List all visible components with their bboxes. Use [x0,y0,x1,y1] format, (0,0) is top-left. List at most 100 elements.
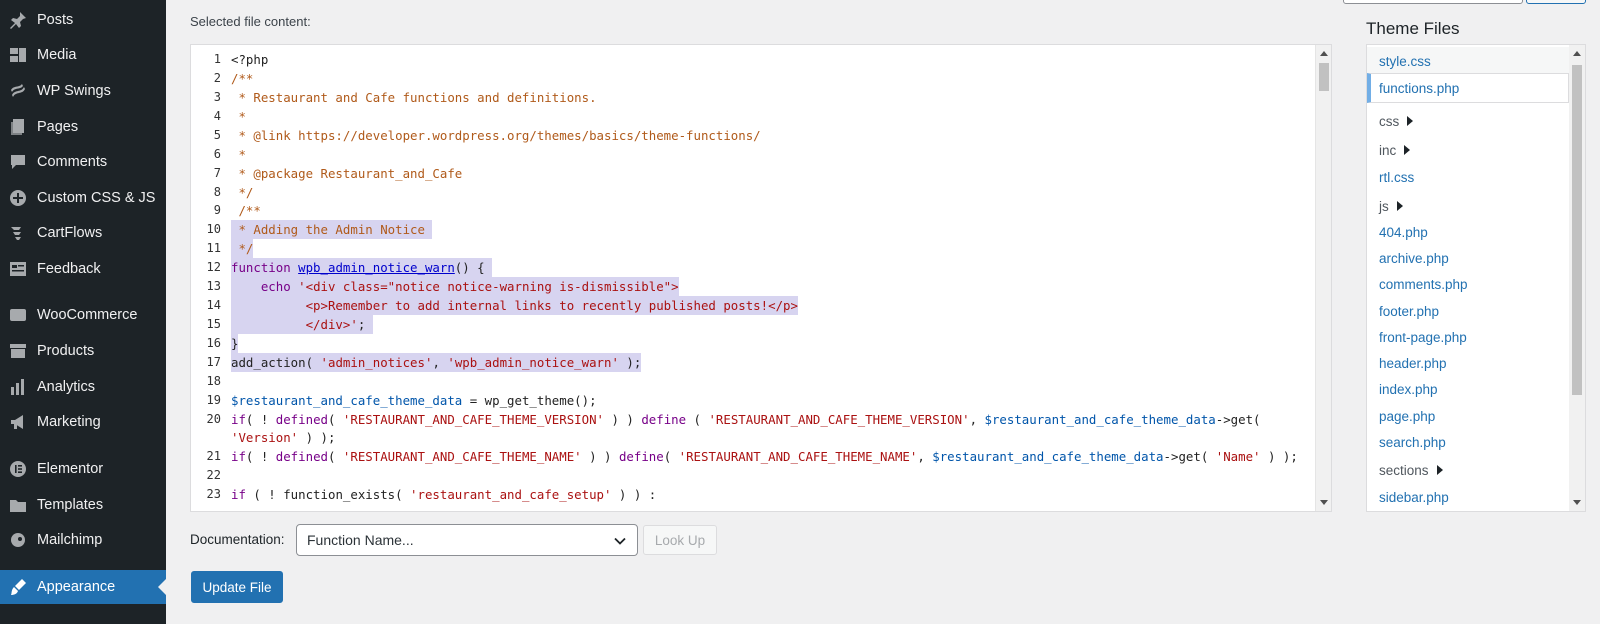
code-text: function wpb_admin_notice_warn() { [231,258,493,277]
code-token: * [231,109,246,124]
code-line[interactable]: 18 [191,372,1321,391]
theme-file-page-php[interactable]: page.php [1367,402,1569,430]
scroll-up-arrow-icon[interactable] [1573,51,1581,56]
sidebar-item-woocommerce[interactable]: WooCommerce [0,298,166,332]
theme-file-404-php[interactable]: 404.php [1367,218,1569,246]
scroll-down-arrow-icon[interactable] [1320,500,1328,505]
theme-file-search-php[interactable]: search.php [1367,428,1569,456]
code-line[interactable]: 1 <?php [191,50,1321,69]
sidebar-item-feedback[interactable]: Feedback [0,252,166,286]
code-token: wpb_admin_notice_warn [298,260,455,275]
theme-files-scrollbar[interactable] [1569,45,1585,511]
feedback-icon [6,257,30,281]
theme-file-header-php[interactable]: header.php [1367,349,1569,377]
code-token: * @link https://developer.wordpress.org/… [231,128,761,143]
code-line[interactable]: 13 echo '<div class="notice notice-warni… [191,277,1321,296]
line-number: 3 [213,90,221,104]
code-text: /** [231,201,260,220]
select-button[interactable] [1526,0,1586,4]
code-line[interactable]: 10 * Adding the Admin Notice [191,220,1321,239]
theme-file-comments-php[interactable]: comments.php [1367,270,1569,298]
code-line[interactable]: 21 if( ! defined( 'RESTAURANT_AND_CAFE_TH… [191,447,1321,466]
sidebar-item-label: Appearance [37,579,116,595]
sidebar-item-elementor[interactable]: Elementor [0,452,166,486]
sidebar-item-label: CartFlows [37,225,103,241]
sidebar-item-posts[interactable]: Posts [0,3,166,37]
code-text: add_action( 'admin_notices', 'wpb_admin_… [231,353,642,372]
scroll-thumb[interactable] [1572,65,1582,395]
code-line[interactable]: 3 * Restaurant and Cafe functions and de… [191,88,1321,107]
code-token: 'RESTAURANT_AND_CAFE_THEME_VERSION' [342,412,604,427]
theme-folder-sections[interactable]: sections [1367,456,1569,484]
code-line[interactable]: 12 function wpb_admin_notice_warn() { [191,258,1321,277]
expand-arrow-icon[interactable] [1396,201,1403,211]
code-token: , [917,449,933,464]
code-line[interactable]: 9 /** [191,201,1321,220]
function-name-select[interactable]: Function Name... [296,524,638,556]
sidebar-item-mailchimp[interactable]: Mailchimp [0,523,166,557]
code-line[interactable]: 16} [191,334,1321,353]
code-line[interactable]: 20 if( ! defined( 'RESTAURANT_AND_CAFE_TH… [191,410,1321,429]
code-line[interactable]: 23 if ( ! function_exists( 'restaurant_an… [191,485,1321,504]
sidebar-item-cartflows[interactable]: CartFlows [0,216,166,250]
sidebar-item-analytics[interactable]: Analytics [0,370,166,404]
expand-arrow-icon[interactable] [1404,145,1411,155]
theme-file-rtl-css[interactable]: rtl.css [1367,163,1569,191]
code-line[interactable]: 22 [191,466,1321,485]
update-file-button[interactable]: Update File [191,571,283,603]
file-select-input[interactable] [1343,0,1523,4]
theme-files-title: Theme Files [1366,19,1460,38]
code-line[interactable]: 6 * [191,145,1321,164]
sidebar-item-custom-css-js[interactable]: Custom CSS & JS [0,181,166,215]
theme-folder-inc[interactable]: inc [1367,136,1569,164]
sidebar-item-wp-swings[interactable]: WP Swings [0,74,166,108]
theme-file-label: sidebar.php [1379,489,1449,505]
code-line[interactable]: 14 <p>Remember to add internal links to … [191,296,1321,315]
line-number: 21 [206,449,221,463]
sidebar-item-comments[interactable]: Comments [0,145,166,179]
theme-file-style-css[interactable]: style.css [1367,47,1569,75]
code-token: ( [663,449,679,464]
code-token: ) ); [298,430,336,445]
code-line[interactable]: 7 * @package Restaurant_and_Cafe [191,164,1321,183]
sidebar-item-appearance[interactable]: Appearance [0,570,166,604]
code-line[interactable]: 19 $restaurant_and_cafe_theme_data = wp_g… [191,391,1321,410]
megaphone-icon [6,410,30,434]
code-line[interactable]: 17 add_action( 'admin_notices', 'wpb_admi… [191,353,1321,372]
code-token: 'Name' [1215,449,1261,464]
code-line[interactable]: 11 */ [191,239,1321,258]
code-line[interactable]: 'Version' ) ); [191,428,1321,447]
theme-file-sidebar-php[interactable]: sidebar.php [1367,483,1569,511]
sidebar-item-pages[interactable]: Pages [0,110,166,144]
theme-file-label: inc [1379,142,1397,158]
sidebar-item-templates[interactable]: Templates [0,488,166,522]
code-token: $restaurant_and_cafe_theme_data [932,449,1164,464]
theme-folder-js[interactable]: js [1367,192,1569,220]
code-line[interactable]: 15 </div>'; [191,315,1321,334]
theme-file-footer-php[interactable]: footer.php [1367,297,1569,325]
theme-folder-css[interactable]: css [1367,107,1569,135]
code-line[interactable]: 4 * [191,107,1321,126]
code-text: 'Version' ) ); [231,428,335,447]
code-line[interactable]: 5 * @link https://developer.wordpress.or… [191,126,1321,145]
code-token: $restaurant_and_cafe_theme_data [231,393,463,408]
code-token: ->get( [1215,412,1261,427]
expand-arrow-icon[interactable] [1436,465,1443,475]
theme-file-label: search.php [1379,434,1446,450]
sidebar-item-marketing[interactable]: Marketing [0,405,166,439]
theme-file-front-page-php[interactable]: front-page.php [1367,323,1569,351]
look-up-button[interactable]: Look Up [643,525,717,555]
expand-arrow-icon[interactable] [1407,116,1414,126]
code-line[interactable]: 8 */ [191,183,1321,202]
code-editor[interactable]: 1 <?php 2 /** 3 * Restaurant and Cafe functi… [190,44,1332,512]
folder-icon [6,493,30,517]
theme-file-functions-php[interactable]: functions.php [1367,73,1569,103]
scroll-up-arrow-icon[interactable] [1320,51,1328,56]
theme-file-archive-php[interactable]: archive.php [1367,244,1569,272]
sidebar-item-media[interactable]: Media [0,38,166,72]
code-line[interactable]: 2 /** [191,69,1321,88]
sidebar-item-products[interactable]: Products [0,334,166,368]
cartflows-icon [6,221,30,245]
theme-file-index-php[interactable]: index.php [1367,375,1569,403]
scroll-down-arrow-icon[interactable] [1573,500,1581,505]
